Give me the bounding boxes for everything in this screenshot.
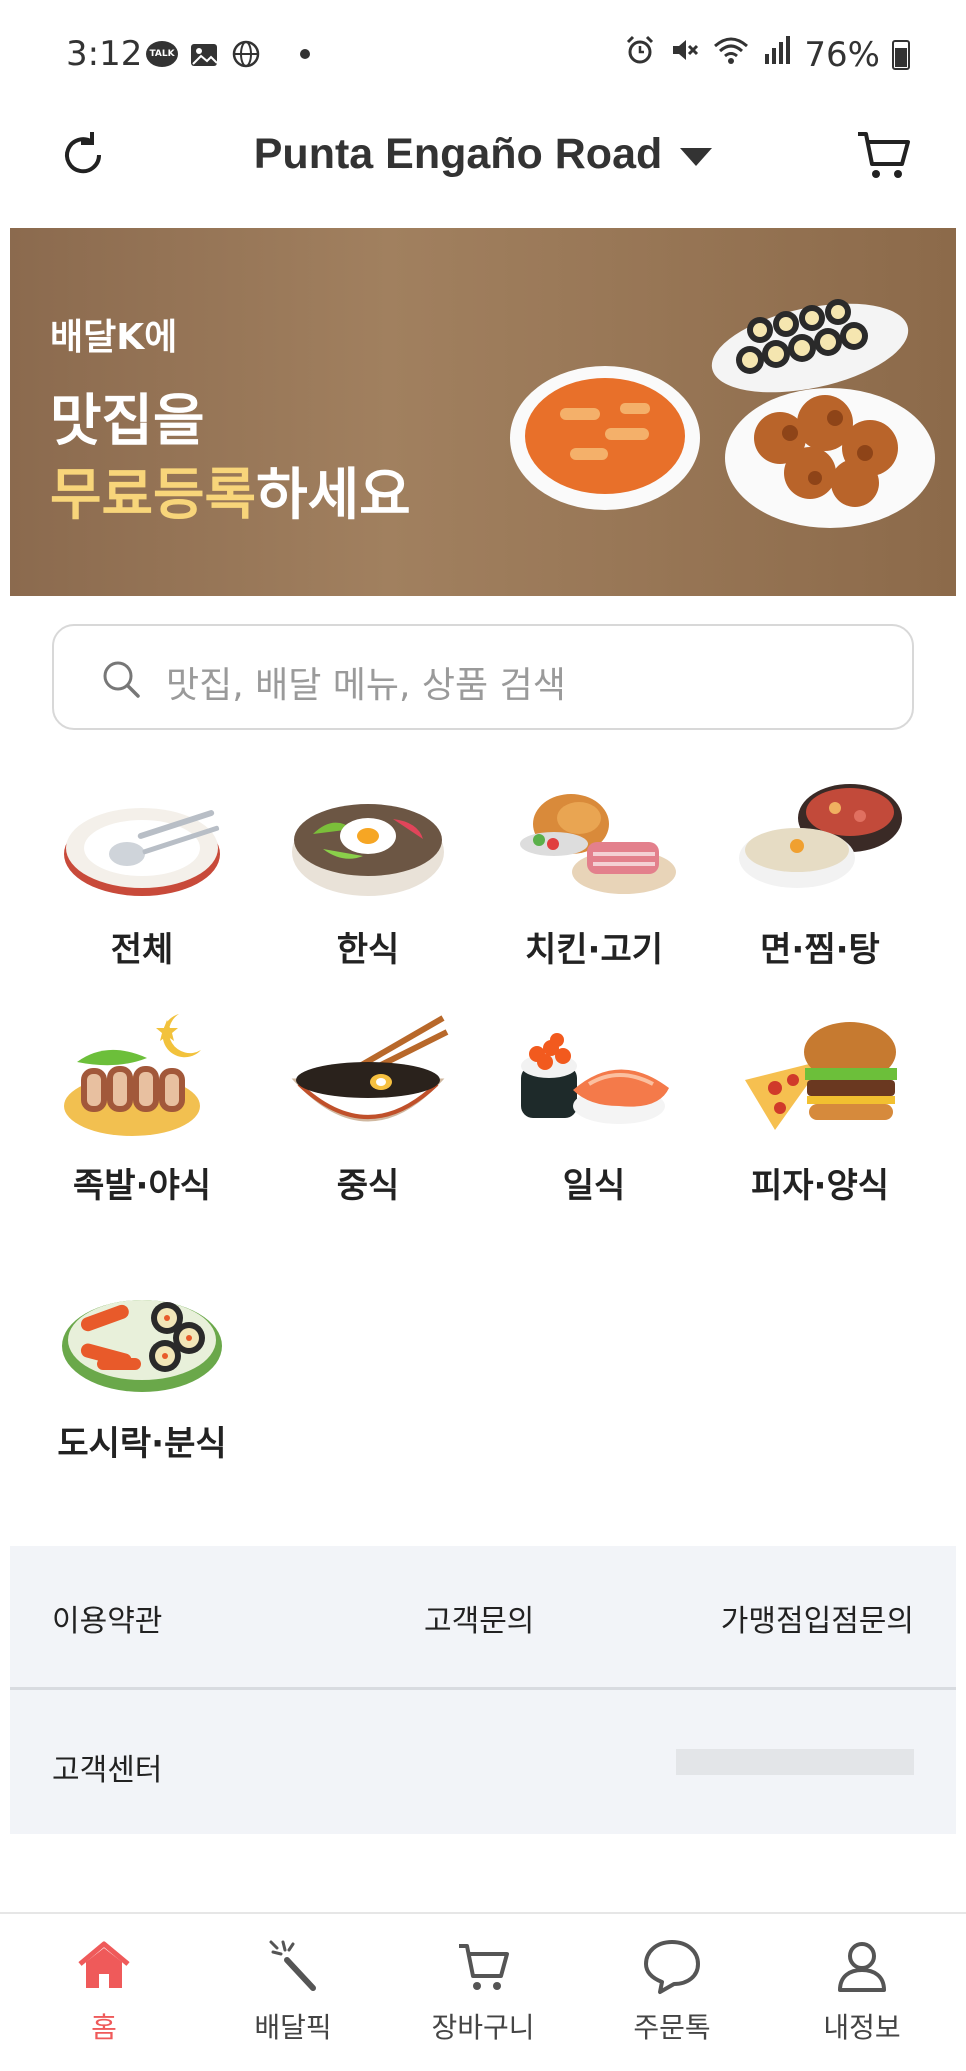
dot-icon	[300, 49, 310, 59]
stew-noodle-icon	[739, 784, 902, 888]
signal-icon	[762, 34, 792, 75]
banner-title-rest: 하세요	[256, 463, 411, 528]
jokbal-moon-icon	[64, 1014, 201, 1136]
location-selector[interactable]: Punta Engaño Road	[0, 130, 966, 179]
category-chicken-meat[interactable]: 치킨·고기	[482, 774, 706, 971]
nav-label: 내정보	[823, 2011, 901, 2044]
nav-label: 주문톡	[633, 2011, 711, 2044]
pizza-burger-icon	[745, 1022, 897, 1130]
category-pizza-western[interactable]: 피자·양식	[708, 1010, 932, 1207]
search-icon	[103, 661, 140, 698]
plate-utensils-icon	[64, 808, 220, 896]
status-bar: 3:12 TALK 76%	[0, 0, 966, 110]
promo-banner[interactable]: 배달K에 맛집을 무료등록하세요	[10, 228, 956, 596]
banner-title-line2: 무료등록하세요	[50, 450, 411, 531]
customer-center-placeholder-bar	[676, 1749, 914, 1775]
banner-subtitle: 배달K에	[50, 317, 178, 358]
nav-home[interactable]: 홈	[24, 1936, 184, 2046]
nav-label: 장바구니	[431, 2011, 535, 2044]
magic-wand-icon	[269, 1940, 316, 1991]
category-chinese[interactable]: 중식	[256, 1010, 480, 1207]
bottom-nav: 홈 배달픽 장바구니 주문톡 내정보	[0, 1912, 966, 2071]
caret-down-icon	[680, 147, 713, 166]
chat-icon	[644, 1940, 700, 1994]
food-platter-image	[510, 299, 935, 528]
location-label: Punta Engaño Road	[253, 130, 663, 178]
nav-order-talk[interactable]: 주문톡	[592, 1936, 752, 2046]
status-notification-icons: TALK	[146, 38, 310, 70]
franchise-inquiry-link[interactable]: 가맹점입점문의	[721, 1596, 914, 1640]
info-links-row: 이용약관 고객문의 가맹점입점문의	[10, 1546, 956, 1690]
category-label: 일식	[562, 1166, 626, 1206]
status-system-icons: 76%	[624, 34, 910, 75]
banner-title-line1: 맛집을	[50, 389, 205, 454]
category-japanese[interactable]: 일식	[482, 1010, 706, 1207]
category-label: 족발·야식	[72, 1166, 212, 1206]
category-label: 피자·양식	[750, 1166, 890, 1206]
customer-inquiry-link[interactable]: 고객문의	[424, 1596, 534, 1640]
category-label: 도시락·분식	[57, 1424, 227, 1464]
customer-center-row: 고객센터	[10, 1693, 956, 1834]
category-all[interactable]: 전체	[30, 774, 254, 971]
tteokbokki-kimbap-icon	[62, 1300, 222, 1392]
battery-percent: 76%	[804, 34, 880, 75]
category-label: 한식	[336, 930, 400, 970]
nav-label: 배달픽	[254, 2011, 332, 2044]
search-input[interactable]: 맛집, 배달 메뉴, 상품 검색	[52, 624, 914, 730]
category-lunchbox-snack[interactable]: 도시락·분식	[30, 1268, 254, 1465]
terms-link[interactable]: 이용약관	[52, 1596, 162, 1640]
banner-title-highlight: 무료등록	[50, 463, 257, 528]
customer-center-label: 고객센터	[52, 1753, 163, 1788]
category-noodle-stew[interactable]: 면·찜·탕	[708, 774, 932, 971]
home-icon	[78, 1941, 130, 1988]
search-placeholder: 맛집, 배달 메뉴, 상품 검색	[166, 665, 566, 706]
category-label: 면·찜·탕	[760, 930, 880, 970]
jajangmyeon-icon	[291, 1015, 449, 1122]
nav-my-info[interactable]: 내정보	[782, 1936, 942, 2046]
category-label: 전체	[110, 930, 174, 970]
wifi-icon	[712, 34, 750, 75]
bibimbap-icon	[292, 804, 444, 896]
kakaotalk-icon: TALK	[146, 38, 178, 70]
alarm-icon	[624, 34, 656, 75]
cart-icon	[858, 132, 910, 178]
category-jokbal-latenight[interactable]: 족발·야식	[30, 1010, 254, 1207]
app-header: Punta Engaño Road	[0, 110, 966, 228]
roast-chicken-meat-icon	[520, 794, 676, 894]
cart-button[interactable]	[854, 126, 912, 184]
globe-icon	[230, 38, 262, 70]
sushi-icon	[521, 1033, 669, 1124]
category-korean[interactable]: 한식	[256, 774, 480, 971]
info-panel: 이용약관 고객문의 가맹점입점문의 고객센터	[10, 1546, 956, 1834]
battery-icon	[892, 39, 910, 70]
category-label: 중식	[336, 1166, 400, 1206]
category-label: 치킨·고기	[524, 930, 664, 970]
gallery-icon	[188, 38, 220, 70]
nav-delivery-pick[interactable]: 배달픽	[213, 1936, 373, 2046]
cart-icon	[459, 1944, 509, 1990]
mute-icon	[668, 34, 700, 75]
nav-cart[interactable]: 장바구니	[403, 1936, 563, 2046]
nav-label: 홈	[91, 2011, 117, 2044]
status-time: 3:12	[66, 34, 143, 74]
user-icon	[838, 1942, 886, 1992]
